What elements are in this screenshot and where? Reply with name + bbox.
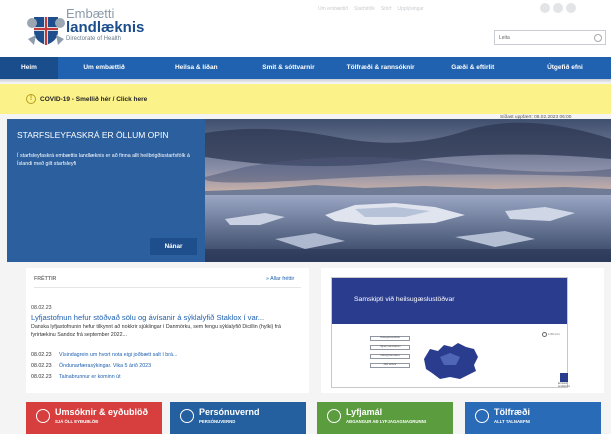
nav-item-um-embaettid[interactable]: Um embættið (58, 57, 150, 79)
tile-title: Tölfræði (494, 407, 530, 417)
featured-news-date: 08.02.23 (31, 305, 52, 311)
apple-icon (475, 409, 489, 423)
tile-title: Persónuvernd (199, 407, 260, 417)
search-placeholder: Leita (499, 35, 510, 41)
news-item-title[interactable]: Talnabrunnur er kominn út (59, 374, 121, 380)
brand-name[interactable]: Embætti landlæknis Directorate of Health (66, 7, 145, 43)
toplink-3[interactable]: Upplýsingar (397, 6, 423, 12)
card-option-button[interactable]: Allar stöðvar (370, 363, 410, 368)
news-item[interactable]: 08.02.23 Talnabrunnur er kominn út (31, 374, 121, 380)
card-option-button[interactable]: Heilsugæslustöðvar (370, 336, 410, 341)
toplink-1[interactable]: Starfsfólk (354, 6, 375, 12)
covid-link[interactable]: COVID-19 - Smellið hér / Click here (40, 96, 147, 103)
video-card-section: Samskipti við heilsugæslustöðvar Heilsug… (321, 268, 604, 393)
card-option-button[interactable]: Heilbrigðisumdæmi (370, 354, 410, 359)
featured-news-title[interactable]: Lyfjastofnun hefur stöðvað sölu og ávísa… (31, 313, 264, 322)
card-logo-text: Embætti landlæknis (558, 382, 570, 388)
search-icon[interactable] (594, 34, 602, 42)
brand-line3: Directorate of Health (66, 36, 122, 42)
news-item-date: 08.02.23 (31, 363, 52, 369)
shield-icon (180, 409, 194, 423)
tile-subtitle: SJÁ ÖLL EYÐUBLÖÐ (55, 419, 99, 424)
search-input[interactable]: Leita (494, 30, 606, 45)
tile-title: Lyfjamál (346, 407, 383, 417)
video-card[interactable]: Samskipti við heilsugæslustöðvar Heilsug… (331, 277, 570, 388)
all-news-link[interactable]: » Allar fréttir (266, 276, 294, 282)
video-card-band: Samskipti við heilsugæslustöðvar (332, 278, 567, 324)
news-heading: FRÉTTIR (34, 276, 57, 282)
youtube-icon[interactable] (566, 3, 576, 13)
tile-subtitle: AÐGANGUR AÐ LYFJAGAGNAGRUNNI (346, 419, 426, 424)
news-item[interactable]: 08.02.23 Öndunarfærasýkingar. Vika 5 árið… (31, 363, 151, 369)
toplink-0[interactable]: Um embættið (318, 6, 348, 12)
tile-privacy[interactable]: Persónuvernd PERSÓNUVERND (170, 402, 306, 434)
nav-item-smit[interactable]: Smit & sóttvarnir (242, 57, 334, 79)
card-option-button[interactable]: Tilgreint samskiptum (370, 345, 410, 350)
news-divider (34, 287, 301, 288)
hero-more-button[interactable]: Nánar (150, 238, 197, 255)
nav-shadow (0, 79, 611, 83)
news-item[interactable]: 08.02.23 Vísindagrein um hvort nota eigi … (31, 352, 177, 358)
tile-subtitle: PERSÓNUVERND (199, 419, 236, 424)
info-icon (327, 409, 341, 423)
main-nav: Heim Um embættið Heilsa & líðan Smit & s… (0, 57, 611, 79)
hero-panel: STARFSLEYFASKRÁ ER ÖLLUM OPIN Í starfsle… (7, 119, 205, 262)
hero-title: STARFSLEYFASKRÁ ER ÖLLUM OPIN (17, 130, 169, 140)
featured-news-description: Danska lyfjastofnunin hefur tilkynnt að … (31, 324, 281, 338)
video-card-title: Samskipti við heilsugæslustöðvar (354, 296, 455, 303)
news-item-title[interactable]: Vísindagrein um hvort nota eigi joðbætt … (59, 352, 177, 358)
news-section: FRÉTTIR » Allar fréttir 08.02.23 Lyfjast… (26, 268, 309, 393)
nav-item-utgefid[interactable]: Útgefið efni (519, 57, 611, 79)
brand-line2: landlæknis (66, 19, 145, 36)
tile-title: Umsóknir & eyðublöð (55, 407, 149, 417)
nav-item-heilsa[interactable]: Heilsa & líðan (150, 57, 242, 79)
news-item-title[interactable]: Öndunarfærasýkingar. Vika 5 árið 2023 (59, 363, 151, 369)
info-icon: ! (26, 94, 36, 104)
hero-description: Í starfsleyfaskrá embættis landlæknis er… (17, 153, 190, 167)
top-links: Um embættið Starfsfólk Störf Upplýsingar (318, 6, 424, 12)
twitter-icon[interactable] (553, 3, 563, 13)
tile-subtitle: ALLT TALNAEFNI (494, 419, 530, 424)
directorate-logo-icon (560, 373, 568, 382)
tile-applications[interactable]: Umsóknir & eyðublöð SJÁ ÖLL EYÐUBLÖÐ (26, 402, 162, 434)
covid-banner[interactable]: ! COVID-19 - Smellið hér / Click here (0, 84, 611, 114)
tile-statistics[interactable]: Tölfræði ALLT TALNAEFNI (465, 402, 601, 434)
video-duration: 1:00 mín (548, 332, 560, 336)
facebook-icon[interactable] (540, 3, 550, 13)
toplink-2[interactable]: Störf (381, 6, 392, 12)
nav-item-tolfraedi[interactable]: Tölfræði & rannsóknir (335, 57, 427, 79)
news-item-date: 08.02.23 (31, 352, 52, 358)
nav-item-gaedi[interactable]: Gæði & eftirlit (427, 57, 519, 79)
coat-of-arms-logo-icon[interactable] (26, 9, 66, 47)
news-item-date: 08.02.23 (31, 374, 52, 380)
document-icon (36, 409, 50, 423)
clock-icon (542, 332, 547, 337)
hero-image-glacier-lagoon[interactable] (205, 119, 611, 262)
site-header: Embætti landlæknis Directorate of Health… (0, 0, 611, 57)
iceland-map-icon (420, 339, 482, 383)
nav-item-heim[interactable]: Heim (0, 57, 58, 79)
social-icons (540, 3, 576, 13)
page: Embætti landlæknis Directorate of Health… (0, 0, 611, 434)
tile-medicines[interactable]: Lyfjamál AÐGANGUR AÐ LYFJAGAGNAGRUNNI (317, 402, 453, 434)
